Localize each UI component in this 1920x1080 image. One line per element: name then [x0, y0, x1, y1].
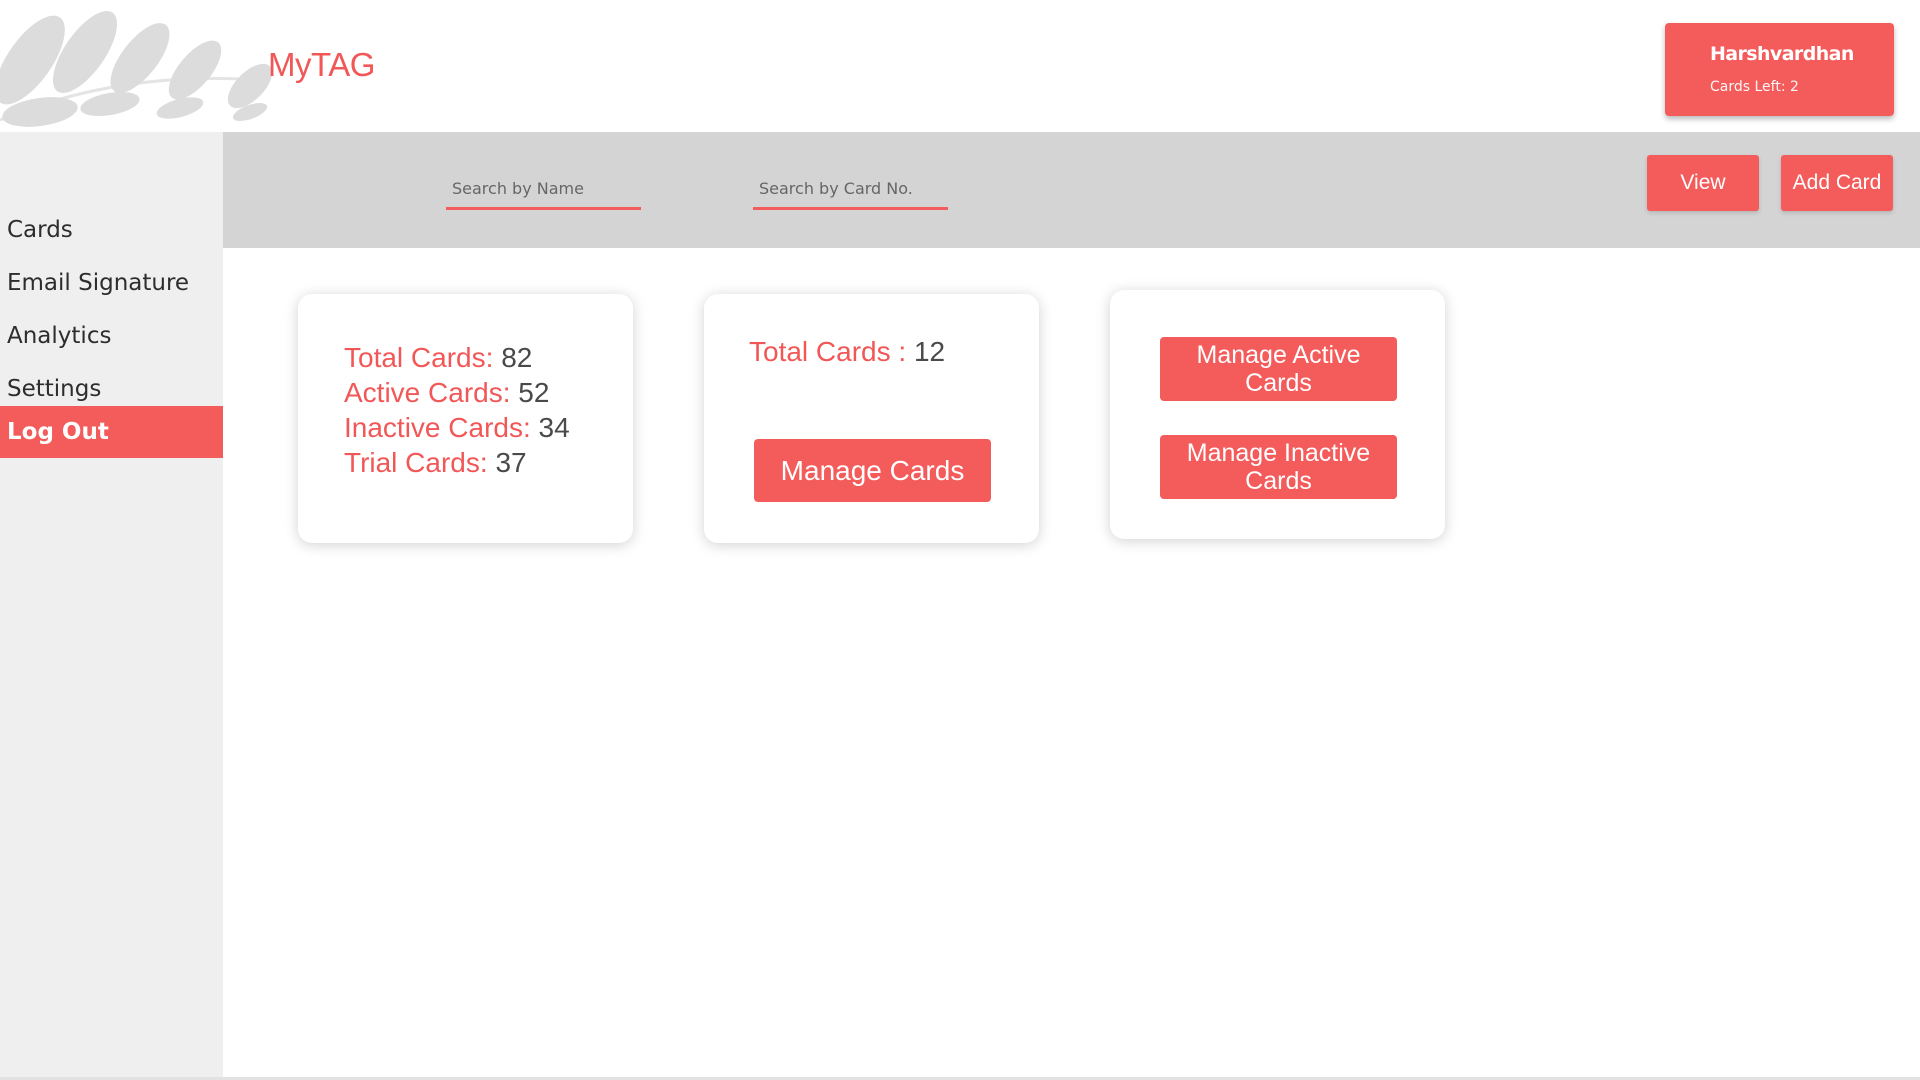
sidebar-item-log-out[interactable]: Log Out	[0, 406, 223, 458]
stat-inactive-cards: Inactive Cards: 34	[344, 410, 570, 445]
toolbar: View Add Card	[223, 132, 1920, 248]
card-status-actions-card: Manage Active Cards Manage Inactive Card…	[1110, 290, 1445, 539]
summary-stats-card: Total Cards: 82 Active Cards: 52 Inactiv…	[298, 294, 633, 543]
stats-list: Total Cards: 82 Active Cards: 52 Inactiv…	[344, 340, 570, 480]
sidebar-item-analytics[interactable]: Analytics	[0, 310, 223, 362]
sidebar-item-cards[interactable]: Cards	[0, 204, 223, 256]
stat-total-cards: Total Cards: 82	[344, 340, 570, 375]
stat-trial-cards: Trial Cards: 37	[344, 445, 570, 480]
stat-value: 34	[538, 412, 570, 443]
view-button[interactable]: View	[1647, 155, 1759, 211]
stat-label: Total Cards:	[344, 342, 494, 373]
search-by-card-number-input[interactable]	[753, 170, 948, 210]
stat-label: Active Cards:	[344, 377, 511, 408]
stat-label: Trial Cards:	[344, 447, 488, 478]
sidebar-item-email-signature[interactable]: Email Signature	[0, 257, 223, 309]
sidebar: Cards Email Signature Analytics Settings…	[0, 132, 223, 1080]
cards-left-text: Cards Left: 2	[1710, 79, 1799, 95]
manage-cards-card: Total Cards : 12 Manage Cards	[704, 294, 1039, 543]
total-cards-label: Total Cards :	[749, 336, 907, 367]
manage-active-cards-button[interactable]: Manage Active Cards	[1160, 337, 1397, 401]
manage-inactive-cards-button[interactable]: Manage Inactive Cards	[1160, 435, 1397, 499]
add-card-button[interactable]: Add Card	[1781, 155, 1893, 211]
search-by-name-input[interactable]	[446, 170, 641, 210]
stat-value: 37	[495, 447, 527, 478]
user-account-badge[interactable]: Harshvardhan Cards Left: 2	[1665, 23, 1894, 116]
total-cards-value: 12	[913, 336, 946, 367]
stat-value: 52	[518, 377, 550, 408]
stat-label: Inactive Cards:	[344, 412, 531, 443]
header: MyTAG Harshvardhan Cards Left: 2	[0, 0, 1920, 132]
stat-active-cards: Active Cards: 52	[344, 375, 570, 410]
manage-cards-button[interactable]: Manage Cards	[754, 439, 991, 502]
stat-value: 82	[501, 342, 533, 373]
user-name: Harshvardhan	[1710, 43, 1854, 65]
brand-logo: MyTAG	[268, 46, 375, 83]
total-cards-line: Total Cards : 12	[749, 334, 945, 369]
app-root: MyTAG Harshvardhan Cards Left: 2 Cards E…	[0, 0, 1920, 1080]
